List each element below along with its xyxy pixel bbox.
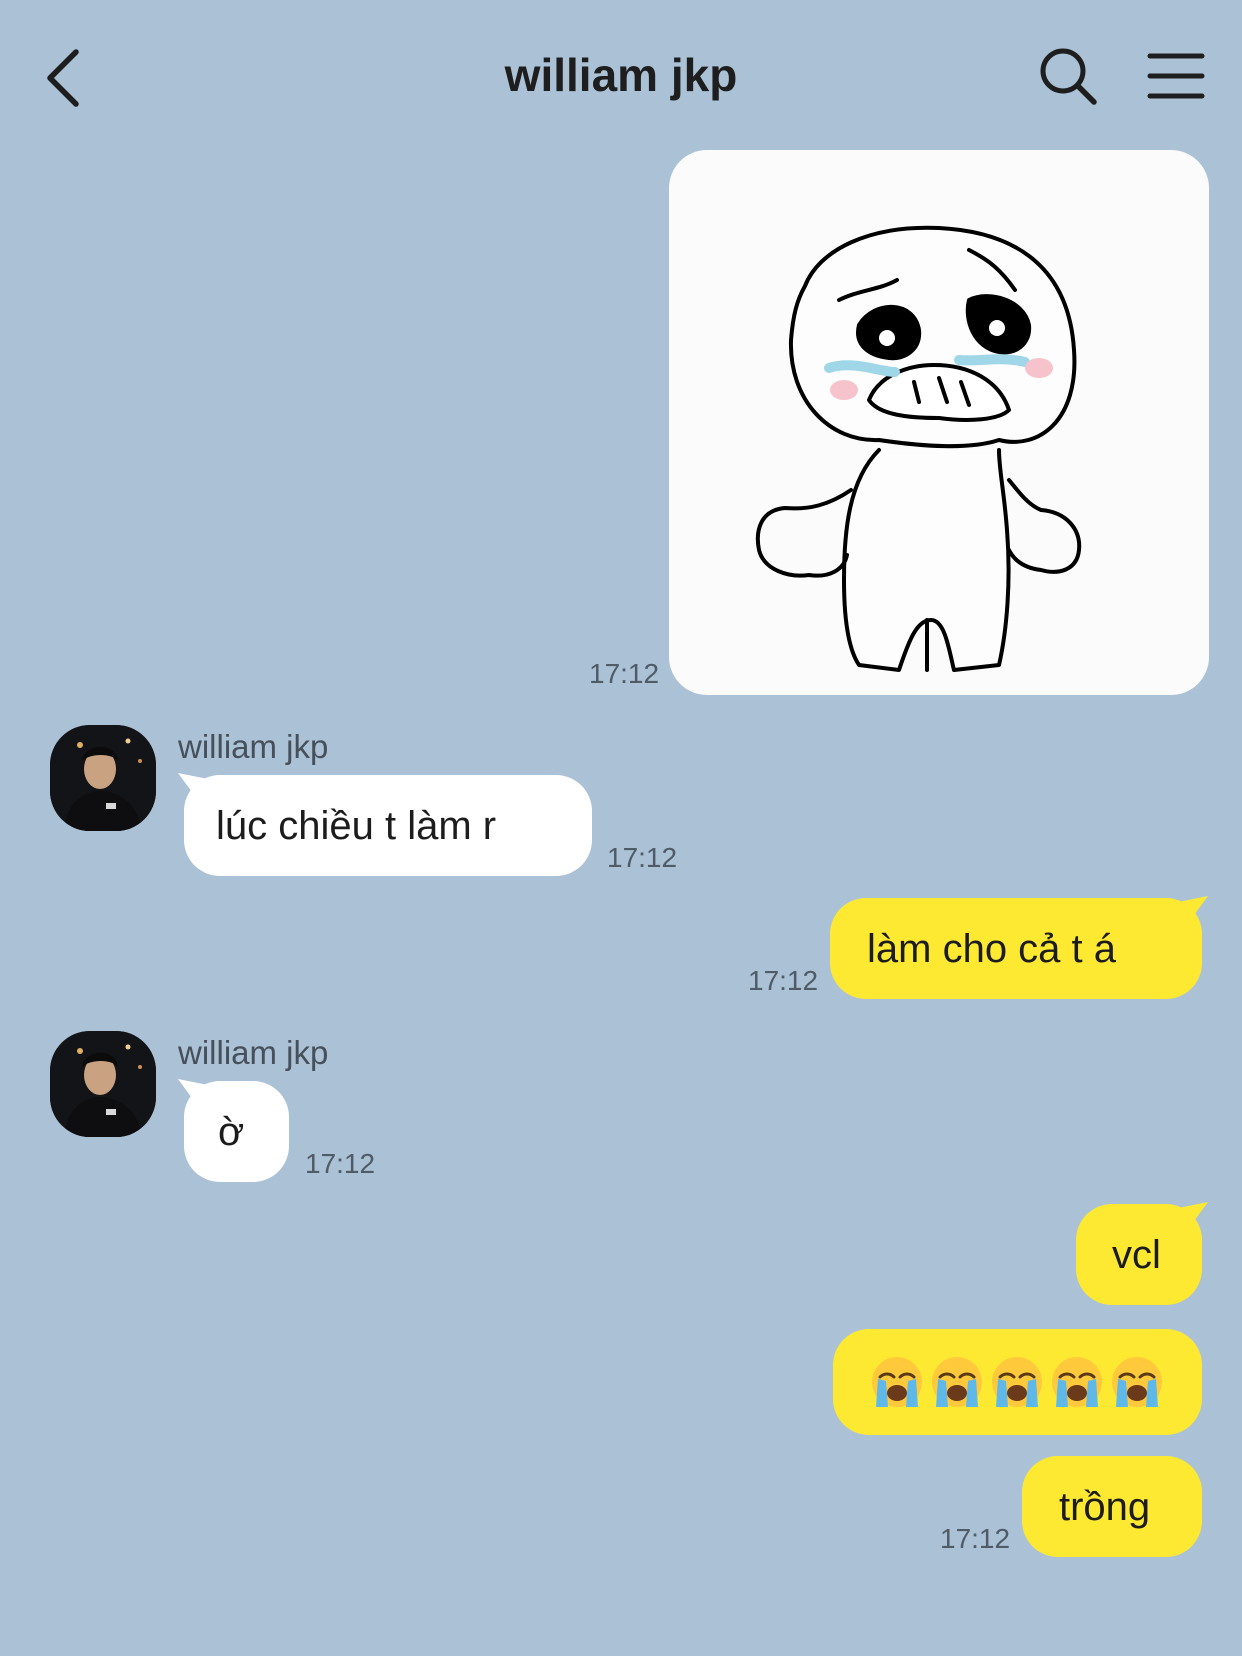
incoming-message-bubble[interactable]: ờ	[178, 1079, 289, 1182]
outgoing-message-bubble[interactable]: trồng	[1022, 1456, 1202, 1557]
bubble-tail	[1178, 1202, 1208, 1232]
profile-photo	[50, 725, 156, 831]
message-time: 17:12	[748, 965, 819, 996]
message-text: trồng	[1059, 1484, 1151, 1529]
loudly-crying-face-icon	[1112, 1357, 1162, 1407]
profile-photo	[50, 1031, 156, 1137]
message-text: làm cho cả t á	[867, 926, 1117, 971]
message-time: 17:12	[607, 842, 678, 873]
bubble-tail	[1178, 896, 1208, 926]
outgoing-message-bubble[interactable]: làm cho cả t á	[830, 896, 1208, 999]
loudly-crying-face-icon	[872, 1357, 922, 1407]
bubble-tail	[178, 773, 208, 803]
incoming-message-bubble[interactable]: lúc chiều t làm r	[178, 773, 592, 876]
bubble-tail	[178, 1079, 208, 1109]
sticker-message[interactable]	[669, 150, 1209, 695]
sender-name: william jkp	[178, 728, 329, 765]
message-text: ờ	[218, 1109, 245, 1154]
emoji-row	[870, 1355, 1164, 1409]
menu-button[interactable]	[1146, 48, 1206, 104]
sender-avatar[interactable]	[50, 1031, 156, 1137]
chat-screen: william jkp 17:12 william jkp lúc chiều …	[0, 0, 1242, 1656]
search-icon	[1040, 48, 1097, 105]
message-time: 17:12	[305, 1148, 376, 1179]
outgoing-emoji-bubble[interactable]	[833, 1329, 1202, 1435]
loudly-crying-face-icon	[992, 1357, 1042, 1407]
loudly-crying-face-icon	[1052, 1357, 1102, 1407]
search-button[interactable]	[1036, 44, 1100, 108]
sender-avatar[interactable]	[50, 725, 156, 831]
message-text: vcl	[1112, 1232, 1161, 1277]
message-text: lúc chiều t làm r	[216, 803, 497, 848]
sender-name: william jkp	[178, 1034, 329, 1071]
message-time: 17:12	[589, 658, 660, 689]
outgoing-message-bubble[interactable]: vcl	[1076, 1202, 1208, 1305]
crying-sticker-image	[755, 225, 1082, 672]
menu-icon	[1147, 53, 1205, 99]
message-time: 17:12	[940, 1523, 1011, 1554]
loudly-crying-face-icon	[932, 1357, 982, 1407]
